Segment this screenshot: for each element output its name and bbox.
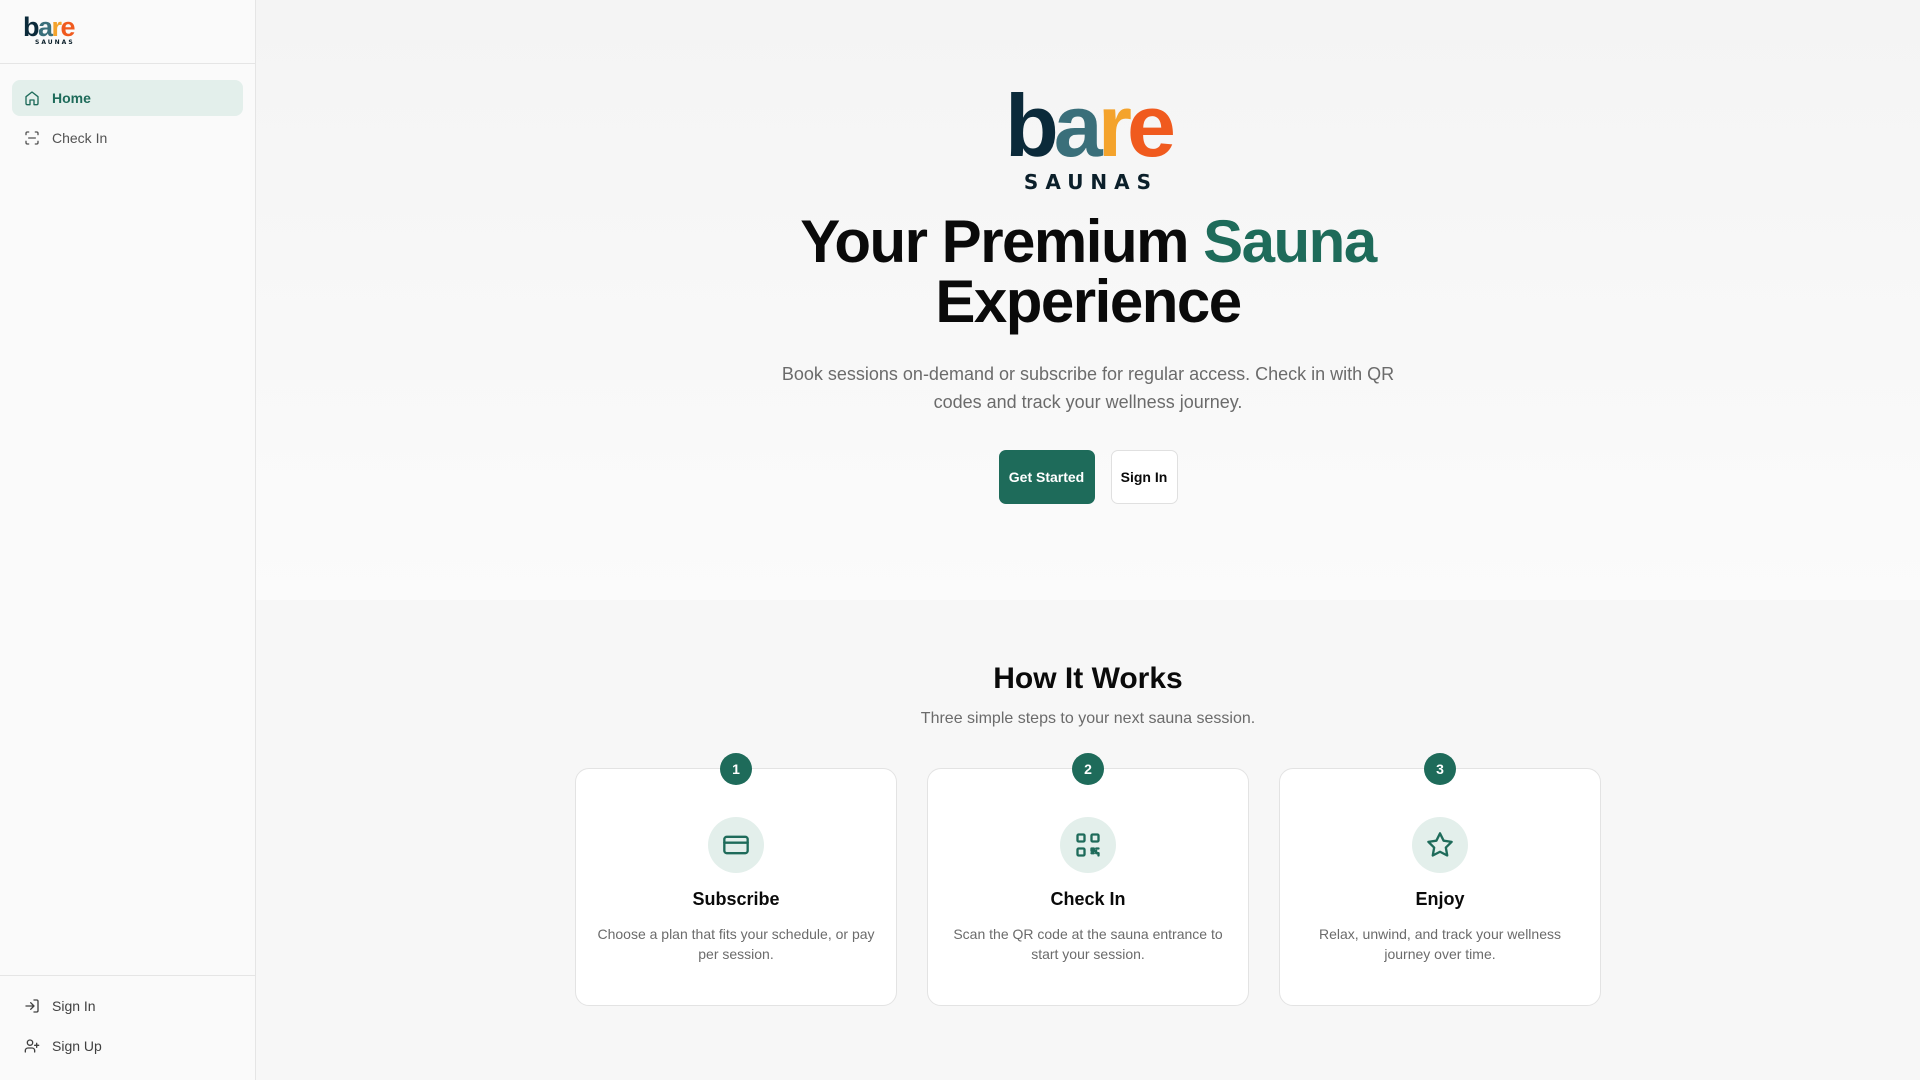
qr-code-icon (1076, 833, 1100, 857)
sidebar-footer: Sign In Sign Up (0, 975, 255, 1080)
hero-title-accent: Sauna (1203, 208, 1377, 275)
how-it-works-section: How It Works Three simple steps to your … (256, 600, 1920, 1080)
step-icon-wrap (1412, 817, 1468, 873)
step-card-subscribe: 1 Subscribe Choose a plan that fits your… (575, 753, 897, 1006)
step-icon-wrap (1060, 817, 1116, 873)
credit-card-icon (723, 835, 749, 855)
sign-in-icon (25, 999, 39, 1013)
hero-section: bare SAUNAS Your Premium Sauna Experienc… (256, 0, 1920, 600)
step-number: 1 (720, 753, 752, 785)
step-number: 2 (1072, 753, 1104, 785)
sidebar-item-label: Home (52, 90, 91, 106)
sidebar-nav: Home Check In (0, 64, 255, 975)
app: bare SAUNAS Home Check In Sign In Sign U… (0, 0, 1920, 1080)
step-title: Enjoy (1415, 889, 1465, 909)
sidebar-item-label: Sign In (52, 998, 96, 1014)
user-plus-icon (24, 1039, 40, 1053)
hero-description: Book sessions on-demand or subscribe for… (781, 364, 1395, 412)
star-icon (1427, 832, 1453, 857)
hero-actions: Get Started Sign In (998, 450, 1178, 504)
step-description: Scan the QR code at the sauna entrance t… (953, 926, 1223, 962)
hero-title: Your Premium Sauna Experience (800, 208, 1377, 335)
home-icon (25, 91, 39, 106)
sidebar-item-home[interactable]: Home (12, 80, 243, 116)
sidebar-header: bare SAUNAS (0, 0, 255, 64)
step-icon-wrap (708, 817, 764, 873)
sidebar-item-sign-in[interactable]: Sign In (12, 988, 243, 1024)
section-subtitle: Three simple steps to your next sauna se… (920, 710, 1256, 727)
step-title: Check In (1050, 889, 1126, 909)
step-card-enjoy: 3 Enjoy Relax, unwind, and track your we… (1279, 753, 1601, 1006)
sidebar-item-check-in[interactable]: Check In (12, 120, 243, 156)
sidebar-item-label: Sign Up (52, 1038, 102, 1054)
main-content: bare SAUNAS Your Premium Sauna Experienc… (256, 0, 1920, 1080)
section-title: How It Works (993, 662, 1183, 695)
scan-icon (25, 131, 39, 145)
sidebar: bare SAUNAS Home Check In Sign In Sign U… (0, 0, 256, 1080)
step-title: Subscribe (692, 889, 780, 909)
step-number: 3 (1424, 753, 1456, 785)
sidebar-item-label: Check In (52, 130, 108, 146)
steps-list: 1 Subscribe Choose a plan that fits your… (575, 753, 1601, 1006)
step-description: Relax, unwind, and track your wellness j… (1318, 926, 1561, 962)
sign-in-button[interactable]: Sign In (1110, 450, 1178, 504)
brand-logo[interactable]: bare SAUNAS (23, 14, 255, 47)
step-card-check-in: 2 Check In Scan the QR code at the sauna… (927, 753, 1249, 1006)
step-description: Choose a plan that fits your schedule, o… (597, 926, 875, 962)
get-started-button[interactable]: Get Started (998, 450, 1095, 504)
sidebar-item-sign-up[interactable]: Sign Up (12, 1028, 243, 1064)
hero-logo: bare SAUNAS (1005, 76, 1176, 195)
